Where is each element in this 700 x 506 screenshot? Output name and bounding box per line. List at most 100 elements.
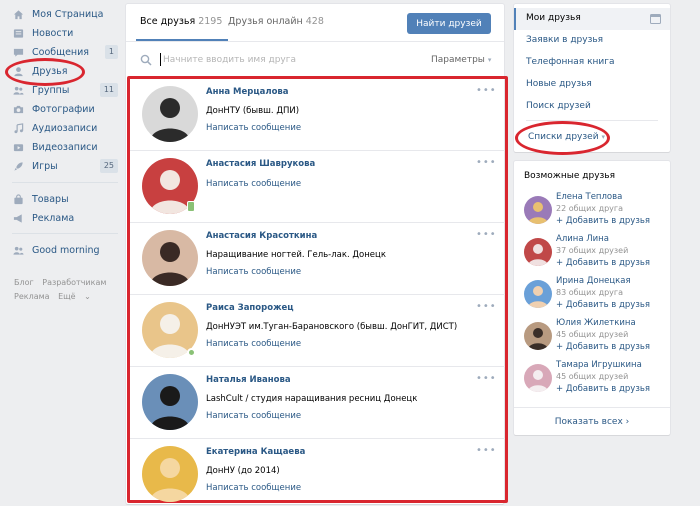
nav-label: Моя Страница (32, 8, 104, 20)
possible-friend-item: Алина Лина 37 общих друзей + Добавить в … (522, 234, 666, 274)
friend-avatar[interactable] (142, 374, 198, 430)
add-friend-link[interactable]: + Добавить в друзья (556, 216, 650, 226)
friend-avatar[interactable] (142, 230, 198, 286)
nav-label: Товары (32, 193, 69, 205)
tab-all-count: 2195 (198, 16, 223, 27)
home-icon (12, 8, 24, 20)
nav-item-games[interactable]: Игры 25 (12, 157, 118, 175)
tab-all-label: Все друзья (140, 16, 196, 27)
write-message-link[interactable]: Написать сообщение (206, 179, 301, 189)
menu-find-friends[interactable]: Поиск друзей (526, 101, 591, 111)
footer-ads-link[interactable]: Реклама (14, 292, 50, 301)
more-actions-icon[interactable]: ••• (476, 229, 497, 240)
messages-badge: 1 (104, 45, 118, 59)
possible-friend-name[interactable]: Ирина Донецкая (556, 276, 631, 286)
friend-name-link[interactable]: Анна Мерцалова (206, 87, 289, 97)
possible-friend-avatar[interactable] (524, 196, 552, 224)
friend-avatar[interactable] (142, 446, 198, 502)
nav-label: Good morning (32, 244, 100, 256)
friend-subtitle: Наращивание ногтей. Гель-лак. Донецк (206, 250, 386, 260)
nav-item-good-morning[interactable]: Good morning (12, 241, 118, 259)
footer-developers-link[interactable]: Разработчикам (42, 278, 106, 287)
friend-row: Раиса Запорожец ДонНУЭТ им.Туган-Баранов… (130, 295, 505, 367)
friend-row: Анастасия Шаврукова Написать сообщение •… (130, 151, 505, 223)
write-message-link[interactable]: Написать сообщение (206, 123, 301, 133)
nav-label: Аудиозаписи (32, 122, 98, 134)
online-status-dot (187, 348, 196, 357)
friend-name-link[interactable]: Анастасия Красоткина (206, 231, 317, 241)
mutual-friends-count[interactable]: 83 общих друга (556, 288, 623, 297)
parameters-dropdown[interactable]: Параметры ▾ (431, 55, 491, 65)
friend-avatar[interactable] (142, 86, 198, 142)
nav-item-audio[interactable]: Аудиозаписи (12, 119, 118, 137)
possible-friend-name[interactable]: Елена Теплова (556, 192, 622, 202)
write-message-link[interactable]: Написать сообщение (206, 339, 301, 349)
footer-links-row1: Блог Разработчикам (14, 278, 112, 287)
footer-more-label: Ещё (58, 292, 76, 301)
friend-row: Анастасия Красоткина Наращивание ногтей.… (130, 223, 505, 295)
chevron-down-icon: ▾ (487, 56, 492, 64)
nav-item-my-page[interactable]: Моя Страница (12, 5, 118, 23)
friend-name-link[interactable]: Екатерина Кащаева (206, 447, 305, 457)
possible-friend-avatar[interactable] (524, 238, 552, 266)
more-actions-icon[interactable]: ••• (476, 445, 497, 456)
nav-label: Игры (32, 160, 58, 172)
tab-all-friends[interactable]: Все друзья 2195 (140, 16, 222, 27)
menu-phone-book[interactable]: Телефонная книга (526, 57, 615, 67)
nav-item-ads[interactable]: Реклама (12, 209, 118, 227)
possible-friend-avatar[interactable] (524, 280, 552, 308)
bag-icon (12, 193, 24, 205)
nav-label: Сообщения (32, 46, 90, 58)
mutual-friends-count[interactable]: 22 общих друга (556, 204, 623, 213)
mutual-friends-count[interactable]: 45 общих друзей (556, 372, 628, 381)
chevron-down-icon: ⌄ (84, 292, 91, 301)
possible-friend-avatar[interactable] (524, 364, 552, 392)
nav-item-video[interactable]: Видеозаписи (12, 138, 118, 156)
friends-panel: Все друзья 2195 Друзья онлайн 428 Найти др… (126, 4, 508, 504)
possible-friend-item: Елена Теплова 22 общих друга + Добавить … (522, 192, 666, 232)
calendar-icon[interactable] (650, 13, 661, 24)
rocket-icon (12, 160, 24, 172)
write-message-link[interactable]: Написать сообщение (206, 267, 301, 277)
nav-item-goods[interactable]: Товары (12, 190, 118, 208)
add-friend-link[interactable]: + Добавить в друзья (556, 258, 650, 268)
friend-name-link[interactable]: Раиса Запорожец (206, 303, 294, 313)
write-message-link[interactable]: Написать сообщение (206, 411, 301, 421)
possible-friend-avatar[interactable] (524, 322, 552, 350)
mutual-friends-count[interactable]: 37 общих друзей (556, 246, 628, 255)
possible-friend-name[interactable]: Алина Лина (556, 234, 609, 244)
possible-friend-name[interactable]: Юлия Жилеткина (556, 318, 636, 328)
friend-name-link[interactable]: Наталья Иванова (206, 375, 291, 385)
tab-online-friends[interactable]: Друзья онлайн 428 (228, 16, 324, 27)
tab-online-count: 428 (305, 16, 324, 27)
possible-friends-divider (514, 407, 670, 408)
menu-new-friends[interactable]: Новые друзья (526, 79, 592, 89)
more-actions-icon[interactable]: ••• (476, 157, 497, 168)
add-friend-link[interactable]: + Добавить в друзья (556, 384, 650, 394)
friends-search-input[interactable] (163, 52, 363, 68)
show-all-link[interactable]: Показать всех › (514, 417, 670, 427)
write-message-link[interactable]: Написать сообщение (206, 483, 301, 493)
nav-label: Реклама (32, 212, 75, 224)
add-friend-link[interactable]: + Добавить в друзья (556, 342, 650, 352)
menu-friend-requests[interactable]: Заявки в друзья (526, 35, 603, 45)
nav-item-news[interactable]: Новости (12, 24, 118, 42)
find-friends-button[interactable]: Найти друзей (407, 13, 491, 34)
possible-friend-name[interactable]: Тамара Игрушкина (556, 360, 642, 370)
more-actions-icon[interactable]: ••• (476, 301, 497, 312)
footer-more-link[interactable]: Ещё ⌄ (58, 292, 97, 301)
chat-icon (12, 46, 24, 58)
highlight-oval-friends-nav (5, 58, 85, 86)
friend-name-link[interactable]: Анастасия Шаврукова (206, 159, 315, 169)
search-icon (140, 54, 152, 66)
nav-item-photos[interactable]: Фотографии (12, 100, 118, 118)
footer-links-row2: Реклама Ещё ⌄ (14, 292, 103, 301)
mutual-friends-count[interactable]: 45 общих друзей (556, 330, 628, 339)
menu-my-friends[interactable]: Мои друзья (526, 13, 581, 23)
more-actions-icon[interactable]: ••• (476, 85, 497, 96)
video-icon (12, 141, 24, 153)
add-friend-link[interactable]: + Добавить в друзья (556, 300, 650, 310)
friend-subtitle: ДонНУ (до 2014) (206, 466, 280, 476)
footer-blog-link[interactable]: Блог (14, 278, 34, 287)
more-actions-icon[interactable]: ••• (476, 373, 497, 384)
